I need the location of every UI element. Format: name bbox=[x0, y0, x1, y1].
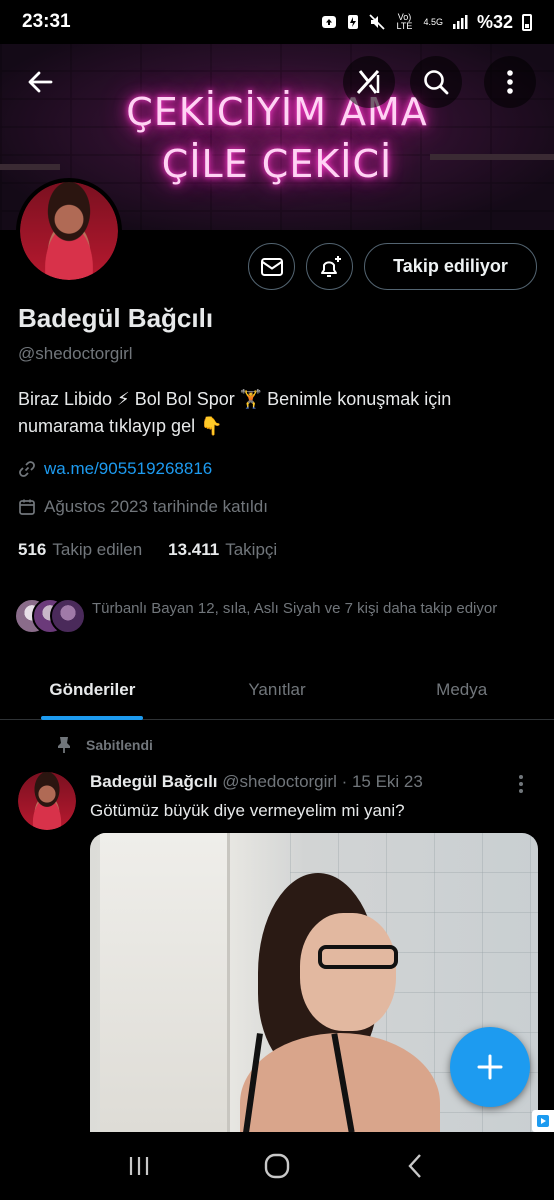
avatar-photo bbox=[18, 772, 76, 830]
following-stat[interactable]: 516 Takip edilen bbox=[18, 540, 142, 560]
pin-icon bbox=[58, 737, 70, 753]
search-icon bbox=[424, 70, 449, 95]
profile-link[interactable]: wa.me/905519268816 bbox=[44, 459, 212, 479]
avatar-photo bbox=[20, 182, 118, 280]
system-nav-bar bbox=[0, 1132, 554, 1200]
media-face bbox=[300, 913, 396, 1031]
more-vertical-icon bbox=[507, 70, 513, 94]
banner-line-1: ÇEKİCİYİM AMA bbox=[126, 90, 428, 134]
battery-saver-icon bbox=[346, 14, 360, 30]
chevron-left-icon bbox=[408, 1154, 421, 1178]
tab-media[interactable]: Medya bbox=[369, 660, 554, 719]
profile-link-row[interactable]: wa.me/905519268816 bbox=[18, 459, 212, 479]
notify-button[interactable] bbox=[306, 243, 353, 290]
profile-bio: Biraz Libido ⚡ Bol Bol Spor 🏋 Benimle ko… bbox=[18, 389, 452, 436]
home-icon bbox=[264, 1153, 290, 1179]
followers-label: Takipçi bbox=[225, 540, 278, 559]
following-button[interactable]: Takip ediliyor bbox=[364, 243, 537, 290]
followed-by-row[interactable]: Türbanlı Bayan 12, sıla, Aslı Siyah ve 7… bbox=[14, 598, 534, 634]
media-glasses bbox=[318, 945, 398, 969]
battery-percent: %32 bbox=[476, 11, 513, 32]
volte-label: Vo) LTE bbox=[396, 12, 413, 31]
back-nav-button[interactable] bbox=[385, 1142, 445, 1190]
search-button[interactable] bbox=[410, 56, 462, 108]
profile-name: Badegül Bağcılı bbox=[18, 303, 214, 333]
followers-stat[interactable]: 13.411 Takipçi bbox=[168, 540, 277, 560]
battery-icon bbox=[522, 13, 532, 31]
mute-icon bbox=[369, 14, 386, 30]
bell-plus-icon bbox=[320, 255, 341, 277]
tweet-text: Götümüz büyük diye vermeyelim mi yani? bbox=[90, 801, 405, 820]
status-icons: Vo) LTE 4.5G %32 bbox=[321, 12, 532, 33]
network-speed: 4.5G bbox=[423, 17, 443, 27]
more-button[interactable] bbox=[484, 56, 536, 108]
tweet-avatar[interactable] bbox=[18, 772, 76, 830]
profile-handle: @shedoctorgirl bbox=[18, 344, 133, 363]
profile-joined-row: Ağustos 2023 tarihinde katıldı bbox=[18, 497, 268, 517]
banner-neon-text: ÇEKİCİYİM AMA ÇİLE ÇEKİCİ bbox=[0, 86, 554, 190]
tweet-author[interactable]: Badegül Bağcılı bbox=[90, 772, 218, 791]
plus-icon bbox=[477, 1054, 503, 1080]
signal-icon bbox=[452, 15, 468, 29]
media-door bbox=[100, 833, 230, 1133]
arrow-left-icon bbox=[28, 71, 53, 93]
tab-posts[interactable]: Gönderiler bbox=[0, 660, 185, 719]
tab-replies[interactable]: Yanıtlar bbox=[185, 660, 370, 719]
followed-by-text: Türbanlı Bayan 12, sıla, Aslı Siyah ve 7… bbox=[92, 600, 498, 617]
compose-button[interactable] bbox=[450, 1027, 530, 1107]
followers-count: 13.411 bbox=[168, 540, 220, 559]
tweet-handle-date: @shedoctorgirl · 15 Eki 23 bbox=[222, 772, 423, 791]
tweet-header: Badegül Bağcılı @shedoctorgirl · 15 Eki … bbox=[90, 772, 423, 792]
calendar-icon bbox=[19, 499, 35, 515]
upload-icon bbox=[321, 14, 337, 30]
avatar bbox=[50, 598, 86, 634]
status-time: 23:31 bbox=[22, 11, 71, 32]
status-bar: 23:31 Vo) LTE 4.5G %32 bbox=[0, 0, 554, 44]
profile-tabs: Gönderiler Yanıtlar Medya bbox=[0, 660, 554, 720]
grok-button[interactable] bbox=[343, 56, 395, 108]
profile-avatar[interactable] bbox=[16, 178, 122, 284]
followed-by-avatars bbox=[14, 598, 86, 634]
following-count: 516 bbox=[18, 540, 47, 559]
envelope-icon bbox=[260, 257, 283, 276]
recent-apps-button[interactable] bbox=[109, 1142, 169, 1190]
ad-choices-icon[interactable] bbox=[532, 1110, 554, 1132]
home-button[interactable] bbox=[247, 1142, 307, 1190]
pinned-label: Sabitlendi bbox=[86, 737, 153, 753]
more-vertical-icon bbox=[519, 775, 523, 793]
pinned-indicator: Sabitlendi bbox=[56, 736, 153, 754]
profile-stats: 516 Takip edilen 13.411 Takipçi bbox=[18, 540, 277, 560]
message-button[interactable] bbox=[248, 243, 295, 290]
link-icon bbox=[19, 461, 35, 477]
tweet-more-button[interactable] bbox=[518, 774, 524, 799]
recents-icon bbox=[129, 1157, 149, 1175]
grok-icon bbox=[356, 69, 380, 95]
profile-joined: Ağustos 2023 tarihinde katıldı bbox=[44, 497, 268, 516]
following-label: Takip edilen bbox=[52, 540, 143, 559]
back-button[interactable] bbox=[14, 56, 66, 108]
